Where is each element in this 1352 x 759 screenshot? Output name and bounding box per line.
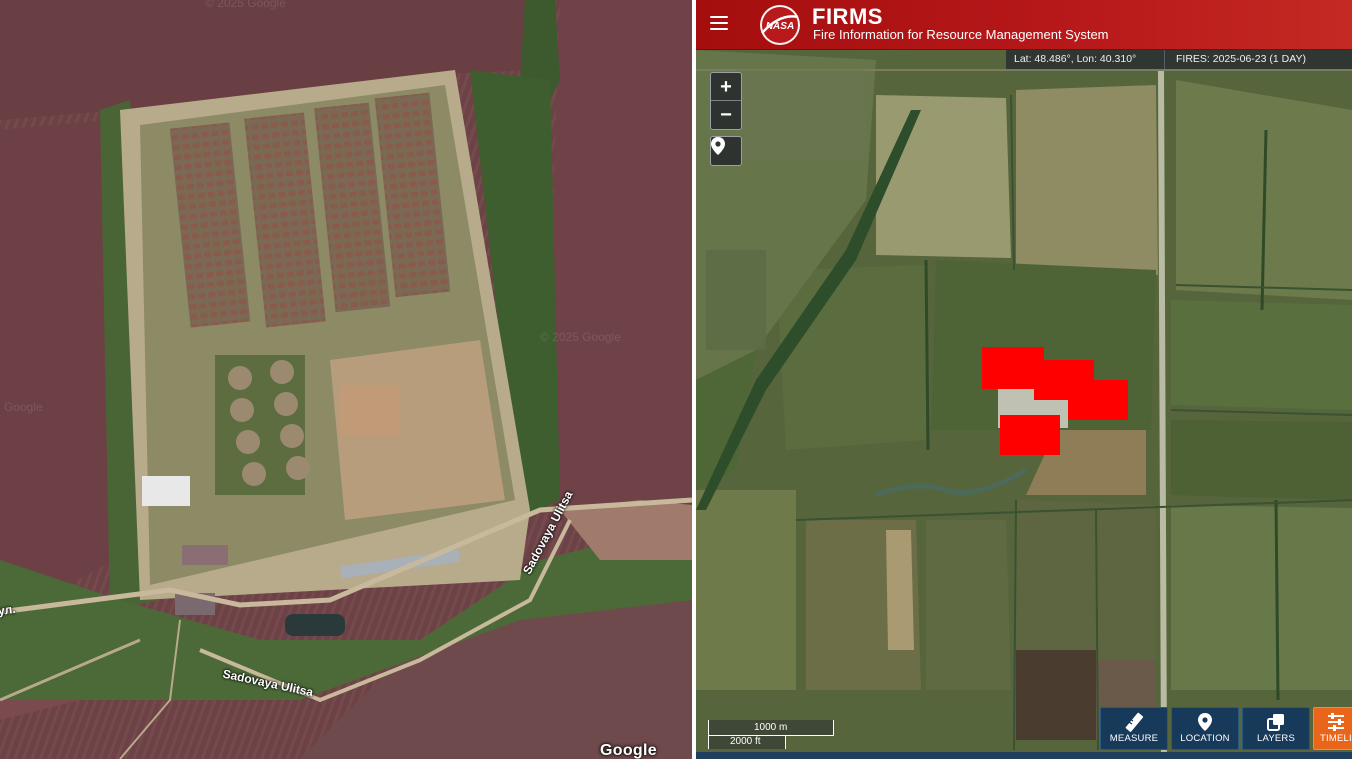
road-label: ул. (0, 601, 17, 619)
info-bar: Lat: 48.486°, Lon: 40.310° FIRES: 2025-0… (1006, 50, 1352, 69)
scale-imperial-label: 2000 ft (730, 736, 761, 747)
measure-button[interactable]: MEASURE (1100, 707, 1168, 750)
bottom-strip (696, 752, 1352, 759)
cursor-coordinates: Lat: 48.486°, Lon: 40.310° (1014, 53, 1137, 65)
timeline-button[interactable]: TIMELI (1313, 707, 1352, 750)
scale-metric-label: 1000 m (754, 722, 788, 733)
fire-map[interactable]: + − 1000 m 2000 ft (696, 50, 1352, 759)
app-subtitle: Fire Information for Resource Management… (813, 27, 1109, 42)
svg-text:NASA: NASA (766, 21, 794, 32)
hamburger-menu-icon[interactable] (710, 16, 728, 32)
zoom-out-button[interactable]: − (711, 101, 741, 129)
satellite-imagery (0, 0, 692, 759)
zoom-controls: + − (710, 72, 742, 130)
map-pin-icon[interactable] (711, 137, 741, 165)
location-button[interactable]: LOCATION (1171, 707, 1239, 750)
satellite-map[interactable]: © 2025 Google © 2025 Google Google ул. S… (0, 0, 692, 759)
map-imagery (696, 50, 1352, 759)
locate-control (710, 136, 742, 166)
sliders-icon (1327, 713, 1344, 731)
layers-icon (1267, 714, 1284, 731)
fire-detection[interactable] (1068, 380, 1128, 420)
map-watermark: © 2025 Google (205, 0, 286, 10)
firms-app: NASA FIRMS Fire Information for Resource… (696, 0, 1352, 759)
fires-date-range[interactable]: FIRES: 2025-06-23 (1 DAY) (1176, 53, 1306, 65)
nasa-logo: NASA (760, 5, 800, 45)
zoom-in-button[interactable]: + (711, 73, 741, 101)
fire-detection[interactable] (1000, 415, 1060, 455)
ruler-icon (1125, 712, 1143, 732)
google-logo: Google (600, 742, 657, 759)
map-pin-icon (1198, 713, 1212, 731)
map-watermark: Google (4, 400, 43, 414)
layers-button[interactable]: LAYERS (1242, 707, 1310, 750)
map-watermark: © 2025 Google (540, 330, 621, 344)
app-header: NASA FIRMS Fire Information for Resource… (696, 0, 1352, 50)
